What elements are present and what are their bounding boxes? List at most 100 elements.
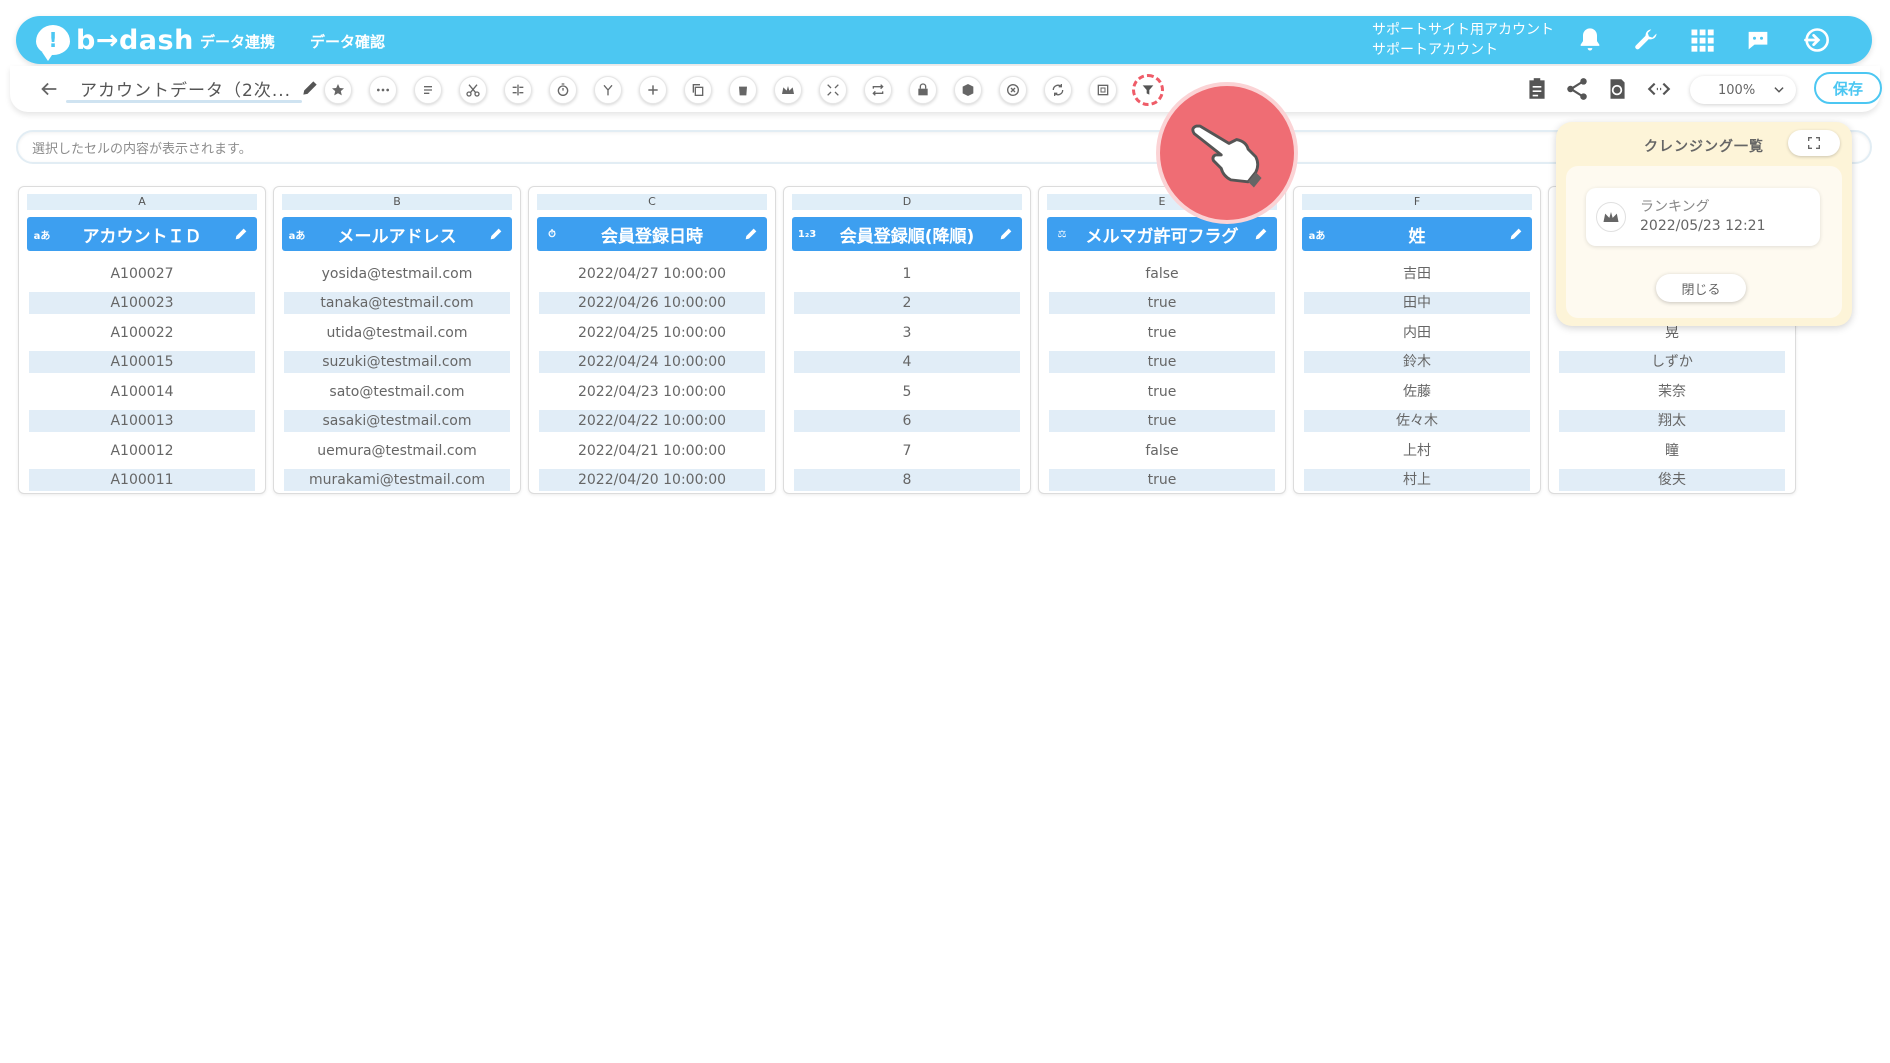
expand-button[interactable] bbox=[1788, 130, 1840, 156]
grid-cell[interactable]: 翔太 bbox=[1559, 410, 1785, 432]
back-arrow-icon[interactable] bbox=[38, 78, 60, 100]
grid-cell[interactable]: 佐藤 bbox=[1304, 381, 1530, 403]
grid-cell[interactable]: true bbox=[1049, 469, 1275, 491]
repeat-icon[interactable] bbox=[864, 76, 892, 104]
grid-cell[interactable]: A100023 bbox=[29, 292, 255, 314]
grid-cell[interactable]: sato@testmail.com bbox=[284, 381, 510, 403]
grid-cell[interactable]: 3 bbox=[794, 322, 1020, 344]
column-letter[interactable]: D bbox=[792, 194, 1022, 210]
edit-column-icon[interactable] bbox=[1253, 226, 1269, 242]
cube-icon[interactable] bbox=[954, 76, 982, 104]
star-icon[interactable] bbox=[324, 76, 352, 104]
grid-column[interactable]: Aaあ アカウントＩＤ A100027 A100023 A100022 A100015 A1… bbox=[18, 186, 266, 494]
grid-cell[interactable]: 村上 bbox=[1304, 469, 1530, 491]
grid-cell[interactable]: false bbox=[1049, 263, 1275, 285]
grid-cell[interactable]: 茉奈 bbox=[1559, 381, 1785, 403]
edit-title-icon[interactable] bbox=[300, 78, 320, 98]
grid-column[interactable]: Faあ 姓吉田田中内田鈴木佐藤佐々木上村村上 bbox=[1293, 186, 1541, 494]
grid-cell[interactable]: yosida@testmail.com bbox=[284, 263, 510, 285]
grid-cell[interactable]: 2022/04/27 10:00:00 bbox=[539, 263, 765, 285]
column-letter[interactable]: C bbox=[537, 194, 767, 210]
apps-grid-icon[interactable] bbox=[1688, 26, 1716, 54]
grid-cell[interactable]: 2 bbox=[794, 292, 1020, 314]
clipboard-icon[interactable] bbox=[1524, 76, 1550, 102]
column-header[interactable]: aあ メールアドレス bbox=[282, 217, 512, 251]
column-header[interactable]: aあ 姓 bbox=[1302, 217, 1532, 251]
column-header[interactable]: ⏱ 会員登録日時 bbox=[537, 217, 767, 251]
grid-column[interactable]: E ⚖ メルマガ許可フラグ false true true true true true fals… bbox=[1038, 186, 1286, 494]
grid-cell[interactable]: A100015 bbox=[29, 351, 255, 373]
grid-cell[interactable]: true bbox=[1049, 351, 1275, 373]
column-letter[interactable]: A bbox=[27, 194, 257, 210]
grid-cell[interactable]: true bbox=[1049, 322, 1275, 344]
edit-column-icon[interactable] bbox=[488, 226, 504, 242]
grid-cell[interactable]: 2022/04/22 10:00:00 bbox=[539, 410, 765, 432]
chat-icon[interactable] bbox=[1744, 26, 1772, 54]
grid-cell[interactable]: 2022/04/25 10:00:00 bbox=[539, 322, 765, 344]
edit-column-icon[interactable] bbox=[998, 226, 1014, 242]
grid-cell[interactable]: 6 bbox=[794, 410, 1020, 432]
grid-column[interactable]: D 1₂3 会員登録順(降順) 1 2 3 4 5 6 7 8 bbox=[783, 186, 1031, 494]
filter-icon[interactable] bbox=[1132, 74, 1164, 106]
edit-column-icon[interactable] bbox=[1508, 226, 1524, 242]
share-icon[interactable] bbox=[1564, 76, 1590, 102]
wrench-icon[interactable] bbox=[1632, 26, 1660, 54]
more-icon[interactable] bbox=[369, 76, 397, 104]
split-icon[interactable] bbox=[504, 76, 532, 104]
edit-column-icon[interactable] bbox=[743, 226, 759, 242]
crown-icon[interactable] bbox=[774, 76, 802, 104]
grid-cell[interactable]: true bbox=[1049, 410, 1275, 432]
grid-cell[interactable]: 上村 bbox=[1304, 440, 1530, 462]
grid-cell[interactable]: tanaka@testmail.com bbox=[284, 292, 510, 314]
grid-cell[interactable]: A100022 bbox=[29, 322, 255, 344]
grid-column[interactable]: C ⏱ 会員登録日時 2022/04/27 10:00:00 2022/04/26 10… bbox=[528, 186, 776, 494]
grid-cell[interactable]: suzuki@testmail.com bbox=[284, 351, 510, 373]
column-letter[interactable]: F bbox=[1302, 194, 1532, 210]
grid-cell[interactable]: 瞳 bbox=[1559, 440, 1785, 462]
document-title[interactable]: アカウントデータ（2次... bbox=[80, 76, 291, 101]
grid-cell[interactable]: A100011 bbox=[29, 469, 255, 491]
grid-cell[interactable]: true bbox=[1049, 381, 1275, 403]
grid-cell[interactable]: 2022/04/21 10:00:00 bbox=[539, 440, 765, 462]
plus-icon[interactable] bbox=[639, 76, 667, 104]
refresh-icon[interactable] bbox=[1044, 76, 1072, 104]
cleansing-item[interactable]: ランキング 2022/05/23 12:21 bbox=[1586, 188, 1820, 246]
grid-cell[interactable]: 2022/04/26 10:00:00 bbox=[539, 292, 765, 314]
trash-icon[interactable] bbox=[729, 76, 757, 104]
grid-cell[interactable]: 吉田 bbox=[1304, 263, 1530, 285]
grid-cell[interactable]: 田中 bbox=[1304, 292, 1530, 314]
column-header[interactable]: aあ アカウントＩＤ bbox=[27, 217, 257, 251]
grid-cell[interactable]: 1 bbox=[794, 263, 1020, 285]
copy-icon[interactable] bbox=[684, 76, 712, 104]
grid-cell[interactable]: 俊夫 bbox=[1559, 469, 1785, 491]
grid-cell[interactable]: 鈴木 bbox=[1304, 351, 1530, 373]
account-info[interactable]: サポートサイト用アカウント サポートアカウント bbox=[1372, 20, 1554, 60]
grid-cell[interactable]: murakami@testmail.com bbox=[284, 469, 510, 491]
column-header[interactable]: 1₂3 会員登録順(降順) bbox=[792, 217, 1022, 251]
scissors-icon[interactable] bbox=[459, 76, 487, 104]
grid-cell[interactable]: 2022/04/24 10:00:00 bbox=[539, 351, 765, 373]
grid-cell[interactable]: utida@testmail.com bbox=[284, 322, 510, 344]
zoom-select[interactable]: 100% bbox=[1690, 76, 1796, 104]
branch-icon[interactable] bbox=[594, 76, 622, 104]
grid-cell[interactable]: しずか bbox=[1559, 351, 1785, 373]
grid-cell[interactable]: true bbox=[1049, 292, 1275, 314]
logout-icon[interactable] bbox=[1802, 26, 1830, 54]
grid-cell[interactable]: 内田 bbox=[1304, 322, 1530, 344]
grid-cell[interactable]: uemura@testmail.com bbox=[284, 440, 510, 462]
logo[interactable]: ! b→dash bbox=[36, 23, 194, 61]
grid-cell[interactable]: 佐々木 bbox=[1304, 410, 1530, 432]
grid-cell[interactable]: A100012 bbox=[29, 440, 255, 462]
grid-cell[interactable]: 5 bbox=[794, 381, 1020, 403]
grid-cell[interactable]: sasaki@testmail.com bbox=[284, 410, 510, 432]
grid-cell[interactable]: false bbox=[1049, 440, 1275, 462]
bell-icon[interactable] bbox=[1576, 26, 1604, 54]
edit-column-icon[interactable] bbox=[233, 226, 249, 242]
nav-data-check[interactable]: データ確認 bbox=[310, 31, 385, 52]
grid-column[interactable]: Baあ メールアドレス yosida@testmail.com tanaka@test… bbox=[273, 186, 521, 494]
code-icon[interactable] bbox=[1646, 76, 1672, 102]
grid-cell[interactable]: 4 bbox=[794, 351, 1020, 373]
save-button[interactable]: 保存 bbox=[1814, 72, 1882, 104]
grid-cell[interactable]: 8 bbox=[794, 469, 1020, 491]
history-icon[interactable] bbox=[1604, 76, 1630, 102]
